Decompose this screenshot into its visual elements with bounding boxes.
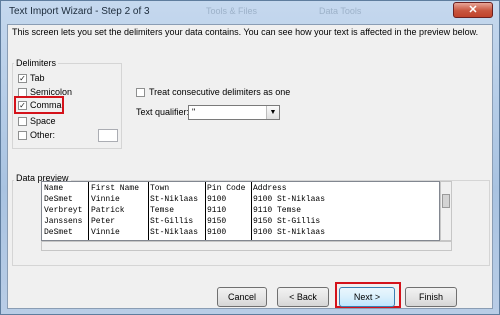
preview-cell: 9110 Temse: [253, 206, 302, 215]
wizard-body: This screen lets you set the delimiters …: [7, 24, 493, 309]
preview-cell: DeSmet: [44, 228, 73, 237]
text-qualifier-label: Text qualifier:: [136, 107, 190, 117]
preview-cell: 9100: [207, 228, 227, 237]
back-button[interactable]: < Back: [277, 287, 329, 307]
column-header: First Name: [91, 184, 140, 193]
chevron-down-icon[interactable]: ▼: [266, 106, 279, 119]
text-qualifier-value: ": [192, 107, 196, 117]
column-header: Address: [253, 184, 287, 193]
delimiters-label: Delimiters: [14, 58, 59, 68]
close-icon: ✕: [468, 4, 478, 16]
preview-vertical-scrollbar[interactable]: [440, 181, 452, 241]
cancel-button[interactable]: Cancel: [217, 287, 267, 307]
treat-consecutive-checkbox[interactable]: [136, 88, 145, 97]
column-header: Pin Code: [207, 184, 246, 193]
step-description: This screen lets you set the delimiters …: [12, 27, 479, 37]
import-wizard-window: Text Import Wizard - Step 2 of 3 Tools &…: [0, 0, 500, 315]
tab-label: Tab: [30, 73, 45, 83]
close-button[interactable]: ✕: [453, 2, 493, 18]
text-qualifier-select[interactable]: " ▼: [188, 105, 280, 120]
preview-row: DeSmet Vinnie St-Niklaas 9100 9100 St-Ni…: [42, 228, 439, 239]
column-header: Name: [44, 184, 64, 193]
background-title-2: Data Tools: [319, 6, 362, 16]
column-header: Town: [150, 184, 170, 193]
preview-cell: 9100 St-Niklaas: [253, 228, 326, 237]
preview-cell: Temse: [150, 206, 175, 215]
tab-checkbox[interactable]: ✓: [18, 74, 27, 83]
space-label: Space: [30, 116, 56, 126]
preview-cell: 9150 St-Gillis: [253, 217, 321, 226]
finish-button[interactable]: Finish: [405, 287, 457, 307]
preview-cell: Peter: [91, 217, 116, 226]
other-label: Other:: [30, 130, 56, 140]
other-delimiter-input[interactable]: [98, 129, 118, 142]
preview-cell: 9150: [207, 217, 227, 226]
preview-cell: 9100: [207, 195, 227, 204]
preview-cell: Vinnie: [91, 195, 120, 204]
window-title: Text Import Wizard - Step 2 of 3: [9, 6, 150, 17]
treat-consecutive-label: Treat consecutive delimiters as one: [149, 87, 291, 97]
preview-cell: St-Niklaas: [150, 195, 199, 204]
preview-header-row: Name First Name Town Pin Code Address: [42, 184, 439, 195]
preview-cell: Vinnie: [91, 228, 120, 237]
scroll-thumb[interactable]: [442, 194, 450, 208]
preview-cell: Janssens: [44, 217, 83, 226]
comma-checkbox[interactable]: ✓: [18, 101, 27, 110]
preview-cell: 9100 St-Niklaas: [253, 195, 326, 204]
preview-row: Verbreyt Patrick Temse 9110 9110 Temse: [42, 206, 439, 217]
preview-cell: Patrick: [91, 206, 125, 215]
comma-label: Comma: [30, 100, 62, 110]
preview-horizontal-scrollbar[interactable]: [41, 241, 452, 251]
other-checkbox[interactable]: [18, 131, 27, 140]
preview-cell: DeSmet: [44, 195, 73, 204]
preview-cell: St-Niklaas: [150, 228, 199, 237]
space-checkbox[interactable]: [18, 117, 27, 126]
title-bar[interactable]: Text Import Wizard - Step 2 of 3 Tools &…: [1, 1, 499, 23]
next-button[interactable]: Next >: [339, 287, 395, 307]
preview-row: DeSmet Vinnie St-Niklaas 9100 9100 St-Ni…: [42, 195, 439, 206]
preview-cell: St-Gillis: [150, 217, 194, 226]
preview-row: Janssens Peter St-Gillis 9150 9150 St-Gi…: [42, 217, 439, 228]
background-title-1: Tools & Files: [206, 6, 258, 16]
preview-cell: 9110: [207, 206, 227, 215]
data-preview-grid[interactable]: Name First Name Town Pin Code Address De…: [41, 181, 440, 241]
preview-cell: Verbreyt: [44, 206, 83, 215]
